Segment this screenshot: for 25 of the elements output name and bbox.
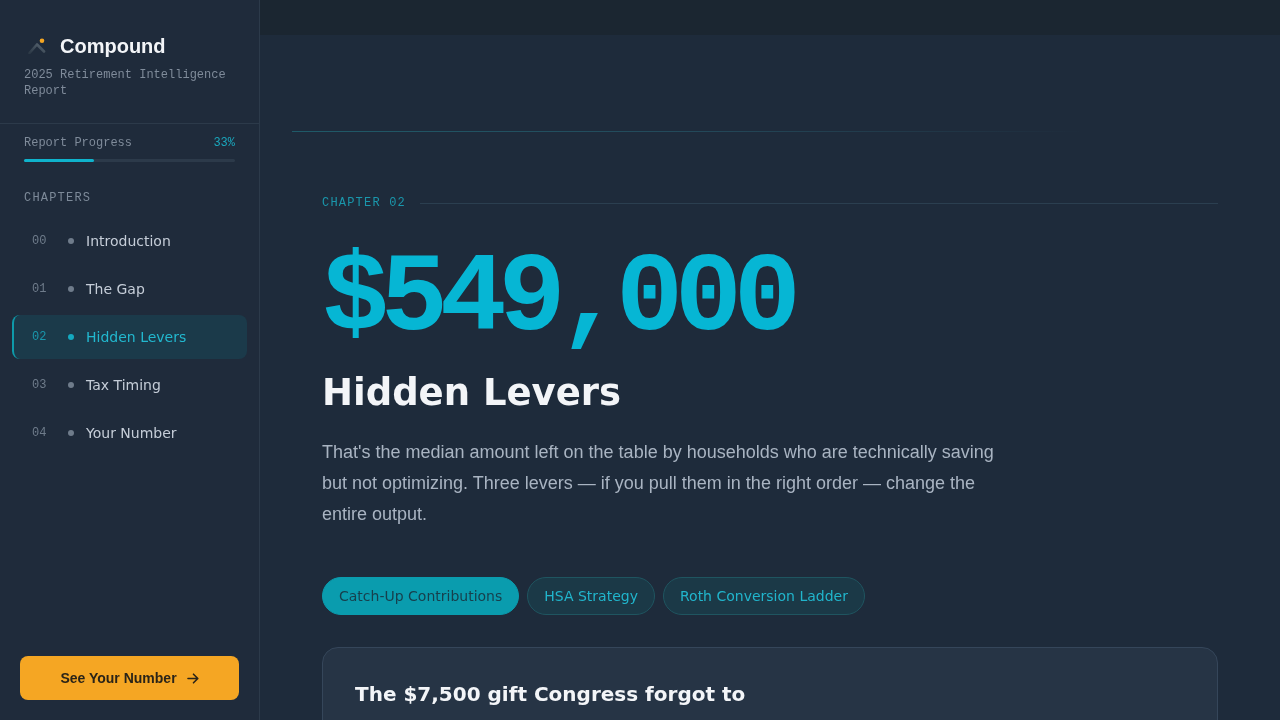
headline-amount: $549,000: [322, 244, 794, 356]
card-title: The $7,500 gift Congress forgot to: [355, 681, 747, 709]
chapter-item[interactable]: 02 Hidden Levers: [12, 315, 247, 359]
chapter-number: 04: [32, 425, 48, 441]
chapter-item[interactable]: 04 Your Number: [12, 411, 247, 455]
tab[interactable]: Roth Conversion Ladder: [662, 577, 865, 616]
chapter-item[interactable]: 03 Tax Timing: [12, 363, 247, 407]
progress-percent: 33%: [213, 135, 235, 151]
chapter-item[interactable]: 01 The Gap: [12, 267, 247, 311]
progress-label: Report Progress: [24, 135, 133, 151]
chapter-number: 03: [32, 377, 48, 393]
tab[interactable]: HSA Strategy: [527, 577, 655, 616]
chapter-description: That's the median amount left on the table by households who are technically saving but not optimizing. Three levers — if you pull them in the right order — change the entire output.: [322, 441, 995, 527]
see-your-number-button[interactable]: See Your Number: [20, 656, 239, 700]
chapter-item[interactable]: 00 Introduction: [12, 219, 247, 263]
chapter-number: 01: [32, 281, 48, 297]
chapter-number: 00: [32, 233, 48, 249]
chapters-heading: CHAPTERS: [23, 190, 93, 206]
chapter-label: CHAPTER 02: [322, 195, 406, 211]
logo-icon: [28, 38, 46, 54]
brand-subtitle: 2025 Retirement Intelligence Report: [24, 67, 227, 99]
chapter-number: 02: [32, 329, 48, 345]
brand-name: Compound: [60, 34, 166, 59]
arrow-right-icon: [186, 672, 199, 684]
chapter-title: Hidden Levers: [322, 371, 623, 416]
